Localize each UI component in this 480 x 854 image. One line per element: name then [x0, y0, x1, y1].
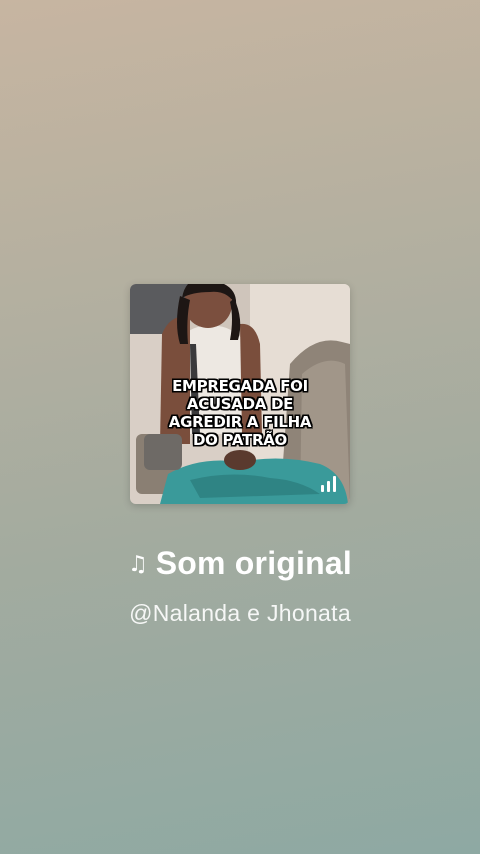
sound-artist-link[interactable]: @Nalanda e Jhonata	[0, 600, 480, 627]
music-note-icon: ♫	[128, 551, 148, 577]
caption-line: DO PATRÃO	[193, 431, 287, 449]
cover-caption: EMPREGADA FOI ACUSADA DE AGREDIR A FILHA…	[130, 377, 350, 449]
audio-bars-icon	[321, 476, 336, 492]
video-cover-thumbnail[interactable]: EMPREGADA FOI ACUSADA DE AGREDIR A FILHA…	[130, 284, 350, 504]
sound-title-row: ♫ Som original	[0, 543, 480, 583]
caption-line: ACUSADA DE	[186, 395, 294, 413]
caption-line: AGREDIR A FILHA	[168, 413, 312, 431]
caption-line: EMPREGADA FOI	[172, 377, 308, 395]
sound-title: Som original	[155, 544, 352, 581]
sound-screen: EMPREGADA FOI ACUSADA DE AGREDIR A FILHA…	[0, 0, 480, 854]
